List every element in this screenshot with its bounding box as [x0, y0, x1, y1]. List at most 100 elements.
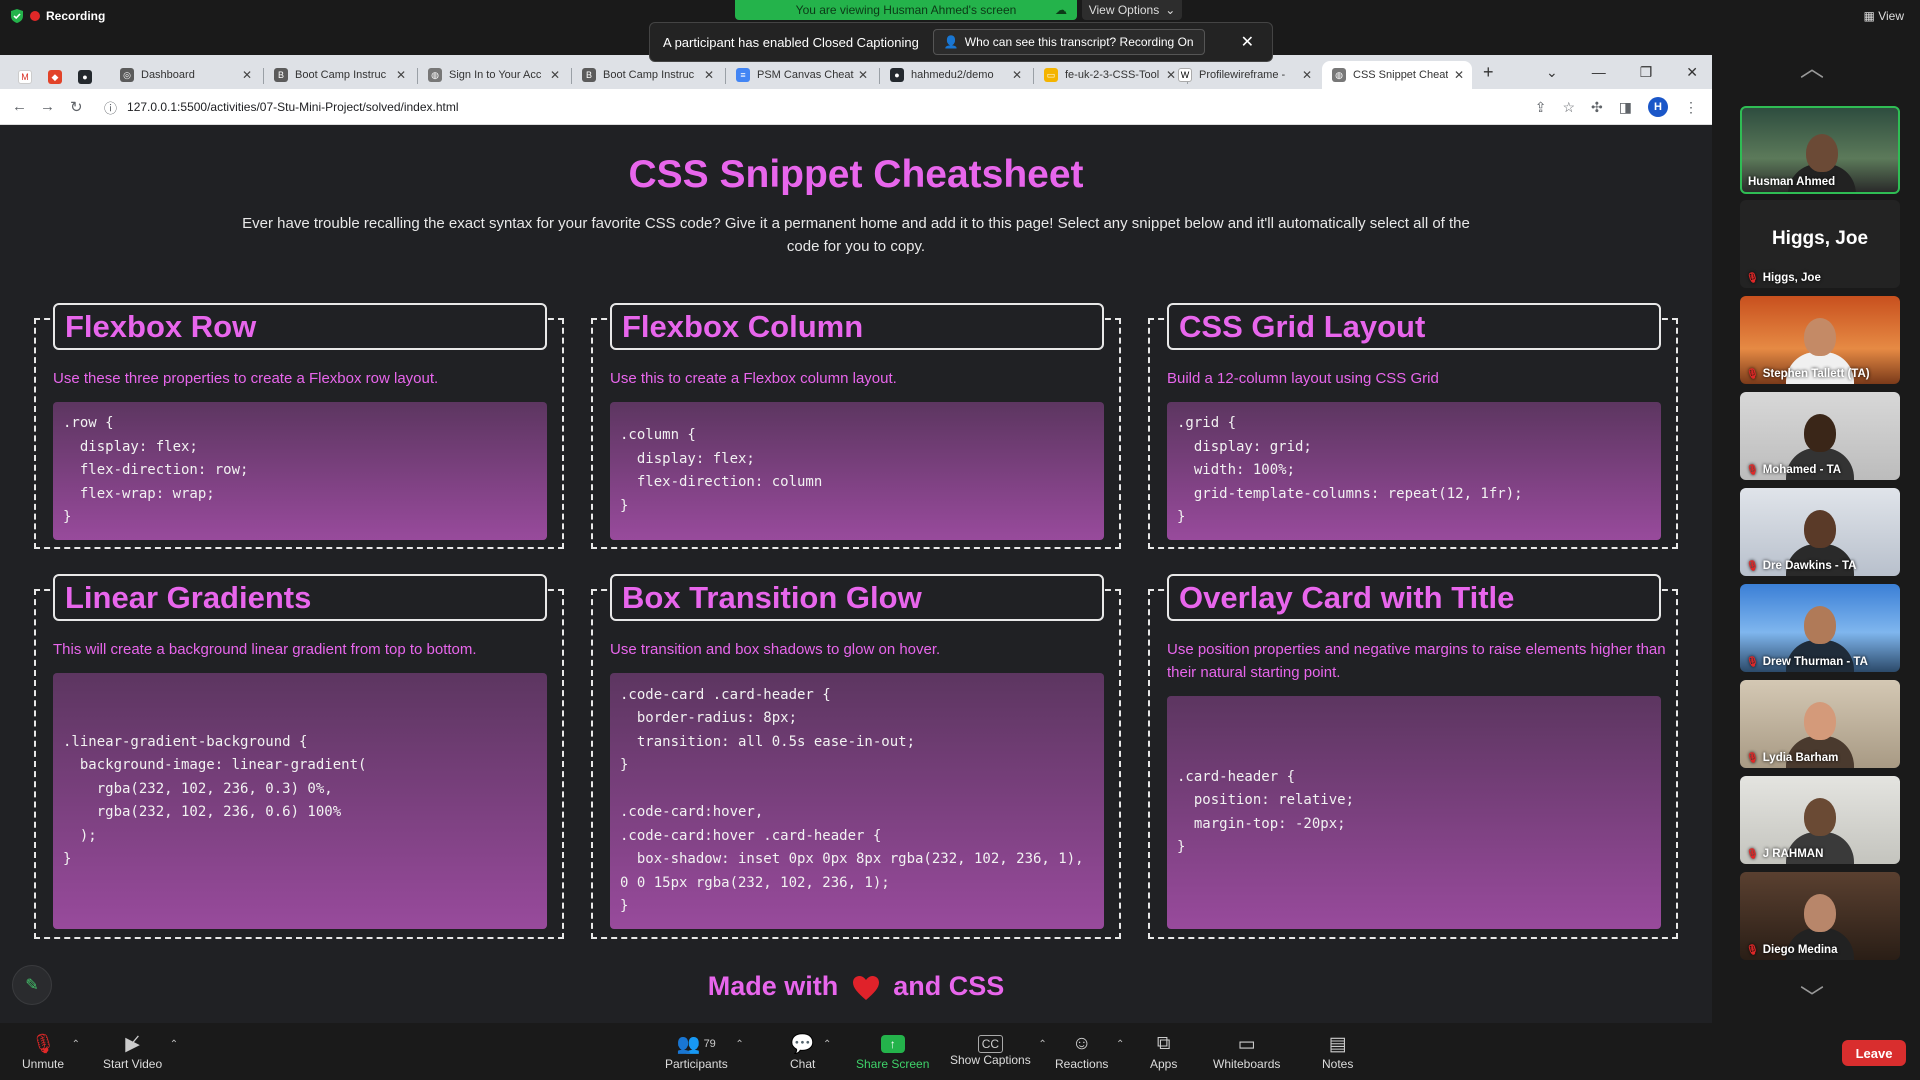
- chevron-up-icon[interactable]: ⌃: [170, 1039, 178, 1050]
- code-text[interactable]: .row { display: flex; flex-direction: ro…: [63, 412, 537, 530]
- close-icon[interactable]: ✕: [1454, 68, 1464, 82]
- close-icon[interactable]: ✕: [1241, 32, 1254, 52]
- participant-name-row: 🎙 Drew Thurman - TA: [1746, 656, 1868, 668]
- snippet-card[interactable]: Linear Gradients This will create a back…: [34, 574, 564, 939]
- leave-button[interactable]: Leave: [1842, 1040, 1906, 1066]
- github-icon[interactable]: ●: [74, 63, 99, 91]
- whiteboards-button[interactable]: ▭ Whiteboards: [1213, 1031, 1280, 1072]
- participant-tile[interactable]: 🎙 Mohamed - TA: [1740, 392, 1900, 480]
- tab-sign-in[interactable]: ◍ Sign In to Your Acc ✕: [420, 61, 568, 89]
- viewing-screen-banner: You are viewing Husman Ahmed's screen ☁: [735, 0, 1077, 20]
- code-text[interactable]: .grid { display: grid; width: 100%; grid…: [1177, 412, 1651, 530]
- chevron-up-icon[interactable]: ⌃: [1038, 1039, 1046, 1050]
- snippet-card[interactable]: Overlay Card with Title Use position pro…: [1148, 574, 1678, 939]
- participant-tile[interactable]: 🎙 Dre Dawkins - TA: [1740, 488, 1900, 576]
- snippet-card[interactable]: Box Transition Glow Use transition and b…: [591, 574, 1121, 939]
- close-icon[interactable]: ✕: [396, 68, 406, 82]
- participant-tile[interactable]: 🎙 Stephen Tallett (TA): [1740, 296, 1900, 384]
- video-off-icon: ▶̸: [125, 1033, 140, 1055]
- start-video-button[interactable]: ▶̸ Start Video ⌃: [103, 1031, 178, 1072]
- code-block[interactable]: .grid { display: grid; width: 100%; grid…: [1167, 402, 1661, 540]
- tab-dashboard[interactable]: ◎ Dashboard ✕: [112, 61, 260, 89]
- code-text[interactable]: .linear-gradient-background { background…: [63, 731, 537, 872]
- unmute-button[interactable]: 🎙 Unmute ⌃: [22, 1031, 80, 1071]
- code-text[interactable]: .code-card .card-header { border-radius:…: [620, 684, 1094, 919]
- chat-button[interactable]: 💬 Chat ⌃: [790, 1031, 831, 1071]
- folder-icon: ▭: [1044, 68, 1058, 82]
- close-icon[interactable]: ✕: [858, 68, 868, 82]
- close-icon[interactable]: ✕: [1012, 68, 1022, 82]
- tab-profilewireframe[interactable]: W Profilewireframe - ✕: [1170, 61, 1320, 89]
- tab-css-tool[interactable]: ▭ fe-uk-2-3-CSS-Tool ✕: [1036, 61, 1184, 89]
- tab-github-demo[interactable]: ● hahmedu2/demo ✕: [882, 61, 1030, 89]
- code-block[interactable]: .card-header { position: relative; margi…: [1167, 696, 1661, 929]
- grid-icon: ▦: [1863, 9, 1875, 23]
- tab-psm-canvas[interactable]: ≡ PSM Canvas Cheat ✕: [728, 61, 876, 89]
- chevron-up-icon[interactable]: ⌃: [72, 1039, 80, 1050]
- participant-tile[interactable]: 🎙 Lydia Barham: [1740, 680, 1900, 768]
- muted-mic-icon: 🎙: [1746, 560, 1759, 572]
- code-block[interactable]: .row { display: flex; flex-direction: ro…: [53, 402, 547, 540]
- show-captions-button[interactable]: CC Show Captions ⌃: [950, 1031, 1047, 1067]
- muted-mic-icon: 🎙: [1746, 368, 1759, 380]
- snippet-card[interactable]: Flexbox Row Use these three properties t…: [34, 303, 564, 549]
- url-text: 127.0.0.1:5500/activities/07-Stu-Mini-Pr…: [127, 100, 459, 114]
- more-menu-icon[interactable]: ⋮: [1684, 99, 1698, 116]
- participant-tile[interactable]: Higgs, Joe 🎙 Higgs, Joe: [1740, 200, 1900, 288]
- participant-name-row: 🎙 Stephen Tallett (TA): [1746, 368, 1870, 380]
- minimize-icon[interactable]: —: [1592, 64, 1606, 80]
- snippet-card[interactable]: CSS Grid Layout Build a 12-column layout…: [1148, 303, 1678, 549]
- code-block[interactable]: .column { display: flex; flex-direction:…: [610, 402, 1104, 540]
- close-icon[interactable]: ✕: [242, 68, 252, 82]
- address-bar: ← → ↻ ⓘ 127.0.0.1:5500/activities/07-Stu…: [0, 89, 1712, 125]
- participant-name-row: 🎙 Higgs, Joe: [1746, 272, 1821, 284]
- tab-bootcamp-2[interactable]: B Boot Camp Instruc ✕: [574, 61, 722, 89]
- participant-tile[interactable]: Husman Ahmed: [1740, 106, 1900, 194]
- participant-name-row: 🎙 Mohamed - TA: [1746, 464, 1842, 476]
- snippet-card[interactable]: Flexbox Column Use this to create a Flex…: [591, 303, 1121, 549]
- code-text[interactable]: .column { display: flex; flex-direction:…: [620, 424, 1094, 518]
- chevron-up-icon[interactable]: ⌃: [735, 1039, 743, 1050]
- notes-button[interactable]: ▤ Notes: [1322, 1031, 1353, 1072]
- url-field[interactable]: ⓘ 127.0.0.1:5500/activities/07-Stu-Mini-…: [104, 94, 1554, 120]
- tab-search-icon[interactable]: ⌄: [1546, 64, 1558, 81]
- back-icon[interactable]: ←: [12, 98, 27, 115]
- view-button[interactable]: ▦ View: [1864, 9, 1904, 23]
- reactions-button[interactable]: ☺ Reactions ⌃: [1055, 1031, 1124, 1071]
- new-tab-icon[interactable]: +: [1483, 62, 1494, 83]
- chevron-down-icon[interactable]: ﹀: [1800, 978, 1824, 1013]
- close-icon[interactable]: ✕: [1302, 68, 1312, 82]
- gmail-icon[interactable]: M: [14, 63, 39, 91]
- info-icon[interactable]: ⓘ: [104, 98, 117, 117]
- participants-button[interactable]: 👥 79 Participants ⌃: [665, 1031, 744, 1071]
- chevron-up-icon[interactable]: ︿: [1800, 48, 1824, 83]
- restore-icon[interactable]: ❐: [1640, 64, 1653, 81]
- forward-icon[interactable]: →: [40, 98, 55, 115]
- code-block[interactable]: .linear-gradient-background { background…: [53, 673, 547, 929]
- close-icon[interactable]: ✕: [704, 68, 714, 82]
- muted-mic-icon: 🎙: [1746, 272, 1759, 284]
- share-icon[interactable]: ⇪: [1535, 99, 1547, 116]
- participant-tile[interactable]: 🎙 Diego Medina: [1740, 872, 1900, 960]
- chevron-up-icon[interactable]: ⌃: [1116, 1039, 1124, 1050]
- apps-button[interactable]: ⧉ Apps: [1150, 1031, 1177, 1071]
- share-screen-button[interactable]: ↑ Share Screen: [856, 1031, 929, 1071]
- shield-icon: [11, 9, 23, 23]
- view-options-button[interactable]: View Options ⌄: [1082, 0, 1182, 20]
- side-panel-icon[interactable]: ◨: [1619, 99, 1632, 116]
- participant-tile[interactable]: 🎙 J RAHMAN: [1740, 776, 1900, 864]
- profile-avatar[interactable]: H: [1648, 97, 1668, 117]
- transcript-visibility-button[interactable]: 👤 Who can see this transcript? Recording…: [932, 29, 1205, 55]
- gitlab-icon[interactable]: ◆: [44, 63, 69, 91]
- extensions-icon[interactable]: ✣: [1591, 99, 1603, 116]
- reload-icon[interactable]: ↻: [70, 98, 83, 116]
- code-block[interactable]: .code-card .card-header { border-radius:…: [610, 673, 1104, 929]
- code-text[interactable]: .card-header { position: relative; margi…: [1177, 766, 1651, 860]
- bookmark-star-icon[interactable]: ☆: [1562, 99, 1575, 116]
- tab-css-snippet[interactable]: ◍ CSS Snippet Cheat ✕: [1322, 61, 1472, 89]
- close-window-icon[interactable]: ✕: [1686, 64, 1698, 81]
- close-icon[interactable]: ✕: [550, 68, 560, 82]
- tab-bootcamp-1[interactable]: B Boot Camp Instruc ✕: [266, 61, 414, 89]
- chevron-up-icon[interactable]: ⌃: [823, 1039, 831, 1050]
- participant-tile[interactable]: 🎙 Drew Thurman - TA: [1740, 584, 1900, 672]
